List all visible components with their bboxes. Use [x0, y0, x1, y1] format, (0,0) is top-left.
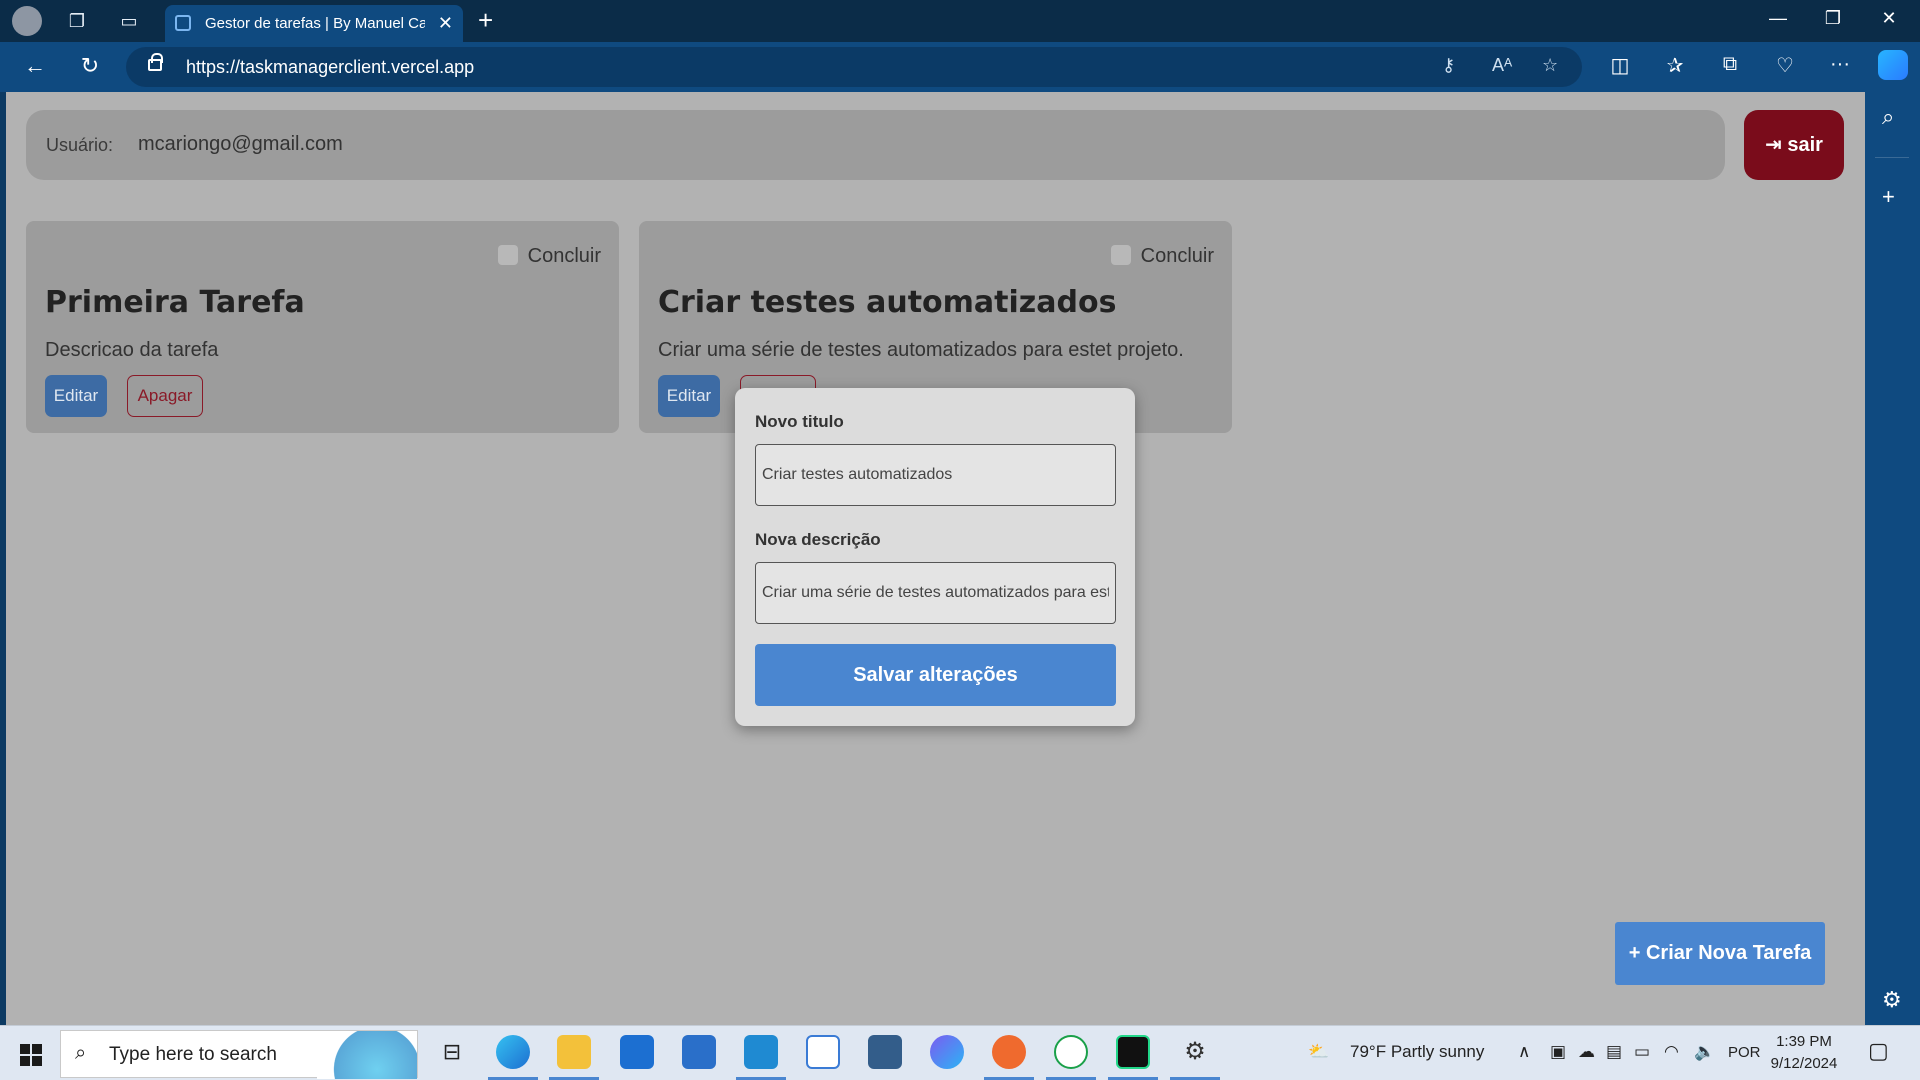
split-screen-icon[interactable]: ◫: [1605, 53, 1635, 78]
favorite-star-icon[interactable]: ☆: [1542, 55, 1558, 76]
copilot-app-icon[interactable]: [930, 1035, 964, 1069]
close-tab-icon[interactable]: ✕: [438, 13, 453, 34]
workspaces-icon[interactable]: ❐: [64, 8, 90, 34]
vscode-icon[interactable]: [744, 1035, 778, 1069]
edge-sidebar: ⌕ + ⚙: [1865, 92, 1920, 1027]
volume-muted-icon[interactable]: 🔈: [1694, 1042, 1715, 1062]
copilot-icon[interactable]: [1878, 50, 1908, 80]
complete-checkbox[interactable]: Concluir: [1110, 245, 1214, 268]
user-email: mcariongo@gmail.com: [138, 133, 343, 155]
store-icon[interactable]: [682, 1035, 716, 1069]
browser-titlebar: ❐ ▭ Gestor de tarefas | By Manuel Carlos…: [0, 0, 1920, 42]
collections-icon[interactable]: ⧉: [1715, 53, 1745, 76]
show-hidden-icons-chevron[interactable]: ∧: [1518, 1042, 1530, 1062]
save-changes-button[interactable]: Salvar alterações: [755, 644, 1116, 706]
settings-gear-icon[interactable]: ⚙: [1882, 987, 1902, 1013]
page-viewport: Usuário: mcariongo@gmail.com ⇥ sair Conc…: [6, 92, 1865, 1025]
edit-button[interactable]: Editar: [45, 375, 107, 417]
windows-start-icon[interactable]: [20, 1044, 42, 1066]
file-explorer-icon[interactable]: [557, 1035, 591, 1069]
user-bar: Usuário: mcariongo@gmail.com: [26, 110, 1725, 180]
new-title-label: Novo titulo: [755, 412, 844, 431]
task-view-icon[interactable]: ⊟: [435, 1035, 469, 1069]
read-aloud-icon[interactable]: Aᴬ: [1492, 55, 1512, 76]
close-window-button[interactable]: ✕: [1874, 8, 1904, 29]
task-description: Descricao da tarefa: [45, 339, 219, 361]
complete-label: Concluir: [527, 245, 601, 267]
search-icon[interactable]: ⌕: [1882, 104, 1894, 130]
wifi-icon[interactable]: ◠: [1664, 1042, 1679, 1062]
new-description-input[interactable]: [755, 562, 1116, 624]
back-button[interactable]: ←: [20, 53, 50, 79]
azure-data-studio-icon[interactable]: [806, 1035, 840, 1069]
complete-label: Concluir: [1140, 245, 1214, 267]
favorites-icon[interactable]: ✰: [1660, 53, 1690, 78]
tab-title: Gestor de tarefas | By Manuel Carlos: [205, 15, 425, 32]
mongodb-compass-icon[interactable]: [1054, 1035, 1088, 1069]
edit-task-modal: Novo titulo Nova descrição Salvar altera…: [735, 388, 1135, 726]
edge-app-icon[interactable]: [496, 1035, 530, 1069]
search-highlight-image: [317, 1031, 417, 1079]
checkbox-box[interactable]: [497, 245, 518, 265]
mail-icon[interactable]: [620, 1035, 654, 1069]
refresh-button[interactable]: ↻: [75, 53, 105, 79]
meet-now-icon[interactable]: ▣: [1550, 1042, 1566, 1062]
browser-tab[interactable]: Gestor de tarefas | By Manuel Carlos ✕: [165, 5, 463, 42]
browser-essentials-icon[interactable]: ♡: [1770, 53, 1800, 78]
clock[interactable]: 1:39 PM 9/12/2024: [1764, 1031, 1844, 1075]
profile-avatar[interactable]: [12, 6, 42, 36]
language-indicator[interactable]: POR: [1728, 1044, 1761, 1061]
checkbox-box[interactable]: [1110, 245, 1131, 265]
search-placeholder: Type here to search: [109, 1044, 277, 1065]
logout-icon: ⇥: [1765, 134, 1788, 156]
browser-navbar: ← ↻ https://taskmanagerclient.vercel.app…: [0, 42, 1920, 92]
task-card: Concluir Primeira Tarefa Descricao da ta…: [26, 221, 619, 433]
task-description: Criar uma série de testes automatizados …: [658, 339, 1184, 361]
create-task-button[interactable]: + Criar Nova Tarefa: [1615, 922, 1825, 985]
restore-button[interactable]: ❐: [1818, 8, 1848, 29]
password-key-icon[interactable]: ⚷: [1442, 55, 1455, 76]
mysql-workbench-icon[interactable]: [868, 1035, 902, 1069]
more-menu-icon[interactable]: ···: [1825, 53, 1855, 76]
edit-button[interactable]: Editar: [658, 375, 720, 417]
weather-text[interactable]: 79°F Partly sunny: [1350, 1042, 1484, 1062]
pycharm-icon[interactable]: [1116, 1035, 1150, 1069]
complete-checkbox[interactable]: Concluir: [497, 245, 601, 268]
tab-actions-icon[interactable]: ▭: [116, 8, 142, 34]
settings-icon[interactable]: ⚙: [1178, 1035, 1212, 1069]
postman-icon[interactable]: [992, 1035, 1026, 1069]
lock-icon[interactable]: [148, 53, 163, 71]
clock-date: 9/12/2024: [1770, 1055, 1838, 1072]
notes-icon[interactable]: ▤: [1606, 1042, 1622, 1062]
search-icon: ⌕: [75, 1042, 87, 1064]
windows-taskbar: ⌕ Type here to search ⊟ ⚙ ⛅ 79°F Partly …: [0, 1025, 1920, 1080]
calendar-icon: [175, 15, 191, 31]
address-bar[interactable]: https://taskmanagerclient.vercel.app ⚷ A…: [126, 47, 1582, 87]
logout-button[interactable]: ⇥ sair: [1744, 110, 1844, 180]
taskbar-search-box[interactable]: ⌕ Type here to search: [60, 1030, 418, 1079]
weather-icon[interactable]: ⛅: [1308, 1042, 1329, 1062]
clock-time: 1:39 PM: [1776, 1033, 1832, 1050]
delete-button[interactable]: Apagar: [127, 375, 203, 417]
sidebar-divider: [1875, 157, 1909, 158]
new-tab-button[interactable]: +: [478, 6, 493, 34]
task-title: Criar testes automatizados: [658, 285, 1117, 320]
logout-label: sair: [1787, 134, 1823, 156]
task-title: Primeira Tarefa: [45, 285, 305, 320]
notifications-icon[interactable]: ▢: [1868, 1038, 1889, 1064]
url-text: https://taskmanagerclient.vercel.app: [186, 57, 475, 77]
add-icon[interactable]: +: [1882, 184, 1895, 210]
onedrive-icon[interactable]: ☁: [1578, 1042, 1595, 1062]
battery-icon[interactable]: ▭: [1634, 1042, 1650, 1062]
user-label: Usuário:: [46, 135, 114, 155]
new-title-input[interactable]: [755, 444, 1116, 506]
minimize-button[interactable]: —: [1763, 8, 1793, 29]
new-description-label: Nova descrição: [755, 530, 881, 549]
